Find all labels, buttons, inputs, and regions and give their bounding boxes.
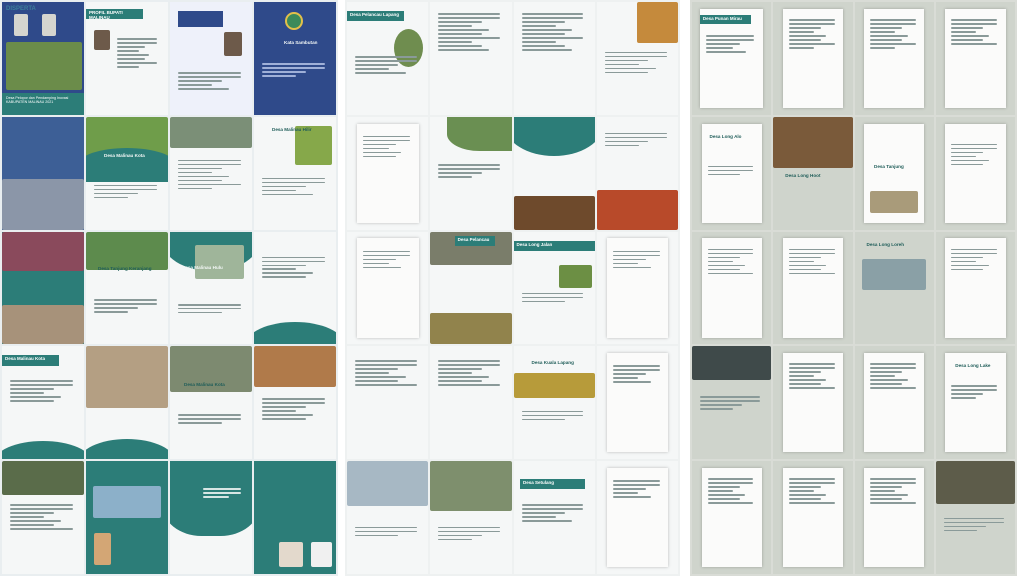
village-title-5: Desa Malinau Kota <box>2 355 60 366</box>
profile-title: PROFIL BUPATI MALINAU <box>86 8 144 20</box>
s3-page-17 <box>692 461 772 574</box>
s2-village-title-4: Desa Kuala Lapang <box>531 360 574 366</box>
s2-page-16 <box>596 346 678 460</box>
s3-page-14 <box>773 346 853 460</box>
s2-page-20 <box>596 461 678 574</box>
s3-page-20 <box>935 461 1015 574</box>
s2-page-2 <box>430 2 512 115</box>
s3-page-10 <box>773 231 853 345</box>
village-title-6: Desa Malinau Kota <box>184 382 225 388</box>
village-page-1: Desa Malinau Kota <box>86 116 168 230</box>
village-page-7: Desa Malinau Kota <box>2 346 84 460</box>
s2-page-15: Desa Kuala Lapang <box>513 346 595 460</box>
photo-page-2 <box>86 346 168 460</box>
portrait-2 <box>42 14 56 36</box>
s3-page-11: Desa Long Loreh <box>854 231 934 345</box>
s2-page-10: Desa Pelancau <box>430 231 512 345</box>
logo-text: DISPERTA <box>6 6 36 12</box>
portrait-1 <box>14 14 28 36</box>
s3-page-4 <box>935 2 1015 115</box>
cover-page: DISPERTA Desa Pelopor dan Pendamping Ino… <box>2 2 84 115</box>
village-page-9 <box>86 461 168 574</box>
s3-page-8 <box>935 116 1015 230</box>
s3-page-18 <box>773 461 853 574</box>
village-title-1: Desa Malinau Kota <box>104 152 145 158</box>
village-page-5: Desa Malinau Hulu <box>170 231 252 345</box>
village-page-8 <box>2 461 84 574</box>
photo-page-4 <box>254 346 336 460</box>
s3-village-title-1: Desa Punan Mirau <box>699 14 751 24</box>
s2-page-19: Desa Setulang <box>513 461 595 574</box>
s2-village-title-3: Desa Long Jalan <box>513 240 595 251</box>
village-title-3: Desa Tanjung Keranjang <box>98 265 152 271</box>
s3-page-12 <box>935 231 1015 345</box>
s2-page-7 <box>513 116 595 230</box>
s3-page-13 <box>692 346 772 460</box>
brochure-sheet-2: Desa Pelancau Lapang Desa Pelancau Desa … <box>345 0 680 576</box>
village-page-6 <box>254 231 336 345</box>
s3-village-title-4: Desa Long Loreh <box>866 241 905 247</box>
s2-page-12 <box>596 231 678 345</box>
portrait-3 <box>94 30 110 50</box>
portrait-4 <box>224 32 242 56</box>
foreword-page <box>170 2 252 115</box>
s3-page-5: Desa Long Alo <box>692 116 772 230</box>
s3-page-19 <box>854 461 934 574</box>
s2-village-title-2: Desa Pelancau <box>454 236 496 247</box>
s2-page-5 <box>347 116 429 230</box>
s2-page-11: Desa Long Jalan <box>513 231 595 345</box>
photo-page-1 <box>2 231 84 345</box>
s3-page-3 <box>854 2 934 115</box>
profile-page: PROFIL BUPATI MALINAU <box>86 2 168 115</box>
back-cover-page <box>2 116 84 230</box>
s2-page-9 <box>347 231 429 345</box>
s3-page-9 <box>692 231 772 345</box>
cover-photo <box>6 42 82 90</box>
brochure-sheet-3: Desa Punan Mirau Desa Long Alo Desa Long… <box>690 0 1017 576</box>
s3-page-16: Desa Long Lake <box>935 346 1015 460</box>
s3-page-7: Desa Tanjung <box>854 116 934 230</box>
s3-page-6: Desa Long Hoot <box>773 116 853 230</box>
village-title-2: Desa Malinau Hilir <box>272 126 312 132</box>
village-page-2 <box>170 116 252 230</box>
village-title-4: Desa Malinau Hulu <box>182 264 223 270</box>
s3-page-2 <box>773 2 853 115</box>
village-page-3: Desa Malinau Hilir <box>254 116 336 230</box>
building-photo <box>2 178 84 230</box>
welcome-page: Kata Sambutan <box>254 2 336 115</box>
cover-title: Desa Pelopor dan Pendamping Inovasi KABU… <box>2 92 84 115</box>
s2-page-13 <box>347 346 429 460</box>
s2-village-title-1: Desa Pelancau Lapang <box>347 11 404 22</box>
regency-emblem-icon <box>285 12 303 30</box>
village-page-10 <box>170 461 252 574</box>
s3-village-title-6: Desa Long Lake <box>955 363 991 369</box>
foreword-title: Kata Sambutan <box>284 40 318 45</box>
s2-page-4 <box>596 2 678 115</box>
s3-village-title-2: Desa Long Alo <box>709 133 742 139</box>
s3-village-title-3: Desa Long Hoot <box>785 172 821 178</box>
s3-page-15 <box>854 346 934 460</box>
s2-page-6 <box>430 116 512 230</box>
brochure-sheet-1: DISPERTA Desa Pelopor dan Pendamping Ino… <box>0 0 338 576</box>
s2-page-8 <box>596 116 678 230</box>
village-page-11 <box>254 461 336 574</box>
s2-page-17 <box>347 461 429 574</box>
photo-page-3: Desa Malinau Kota <box>170 346 252 460</box>
s2-page-1: Desa Pelancau Lapang <box>347 2 429 115</box>
s2-page-18 <box>430 461 512 574</box>
village-page-4: Desa Tanjung Keranjang <box>86 231 168 345</box>
s2-village-title-5: Desa Setulang <box>520 479 585 490</box>
s3-page-1: Desa Punan Mirau <box>692 2 772 115</box>
s2-page-3 <box>513 2 595 115</box>
s2-page-14 <box>430 346 512 460</box>
s3-village-title-5: Desa Tanjung <box>874 163 904 169</box>
